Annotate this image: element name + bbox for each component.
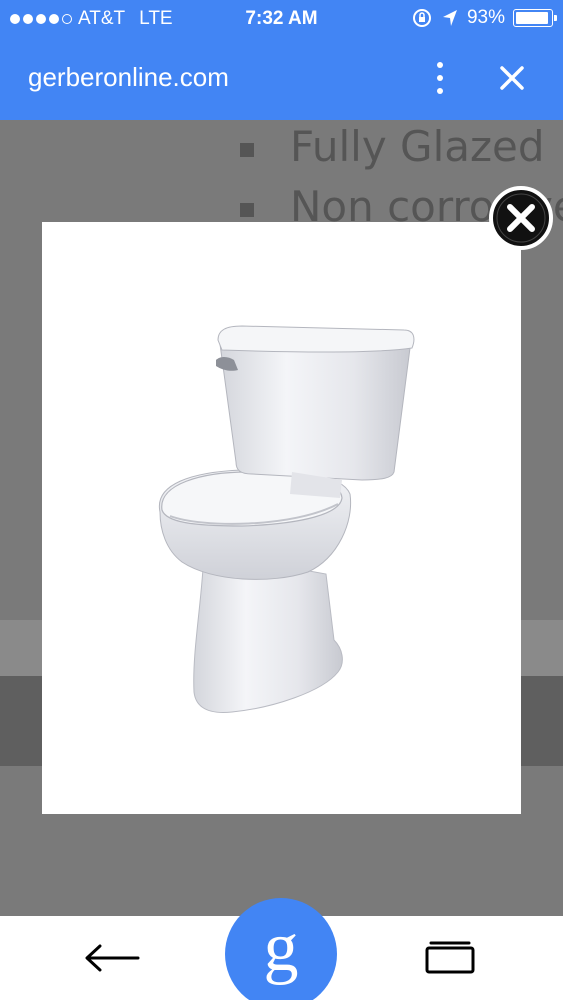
close-circle-icon[interactable] bbox=[488, 185, 554, 251]
close-icon[interactable] bbox=[494, 60, 530, 96]
status-bar: AT&T LTE 7:32 AM 93% bbox=[0, 0, 563, 38]
browser-toolbar: gerberonline.com bbox=[0, 38, 563, 120]
google-search-button[interactable]: g bbox=[225, 898, 337, 1000]
signal-strength-icon bbox=[10, 14, 72, 24]
network-label: LTE bbox=[139, 8, 173, 29]
tabs-icon[interactable] bbox=[422, 938, 478, 976]
status-right: 93% bbox=[411, 7, 557, 29]
battery-level bbox=[516, 12, 548, 24]
back-arrow-icon[interactable] bbox=[82, 940, 142, 976]
toilet-product-image bbox=[158, 325, 415, 713]
rotation-lock-icon bbox=[412, 9, 431, 27]
url-text[interactable]: gerberonline.com bbox=[28, 62, 229, 93]
battery-icon bbox=[513, 9, 557, 27]
carrier-label: AT&T bbox=[78, 8, 126, 29]
location-arrow-icon bbox=[442, 10, 457, 26]
image-lightbox bbox=[42, 222, 521, 814]
more-vertical-icon[interactable] bbox=[426, 58, 454, 98]
status-left: AT&T LTE bbox=[10, 8, 173, 30]
bullet-item: Fully Glazed bbox=[240, 122, 545, 171]
battery-percent: 93% bbox=[466, 7, 505, 28]
google-search-icon: g bbox=[263, 909, 299, 986]
